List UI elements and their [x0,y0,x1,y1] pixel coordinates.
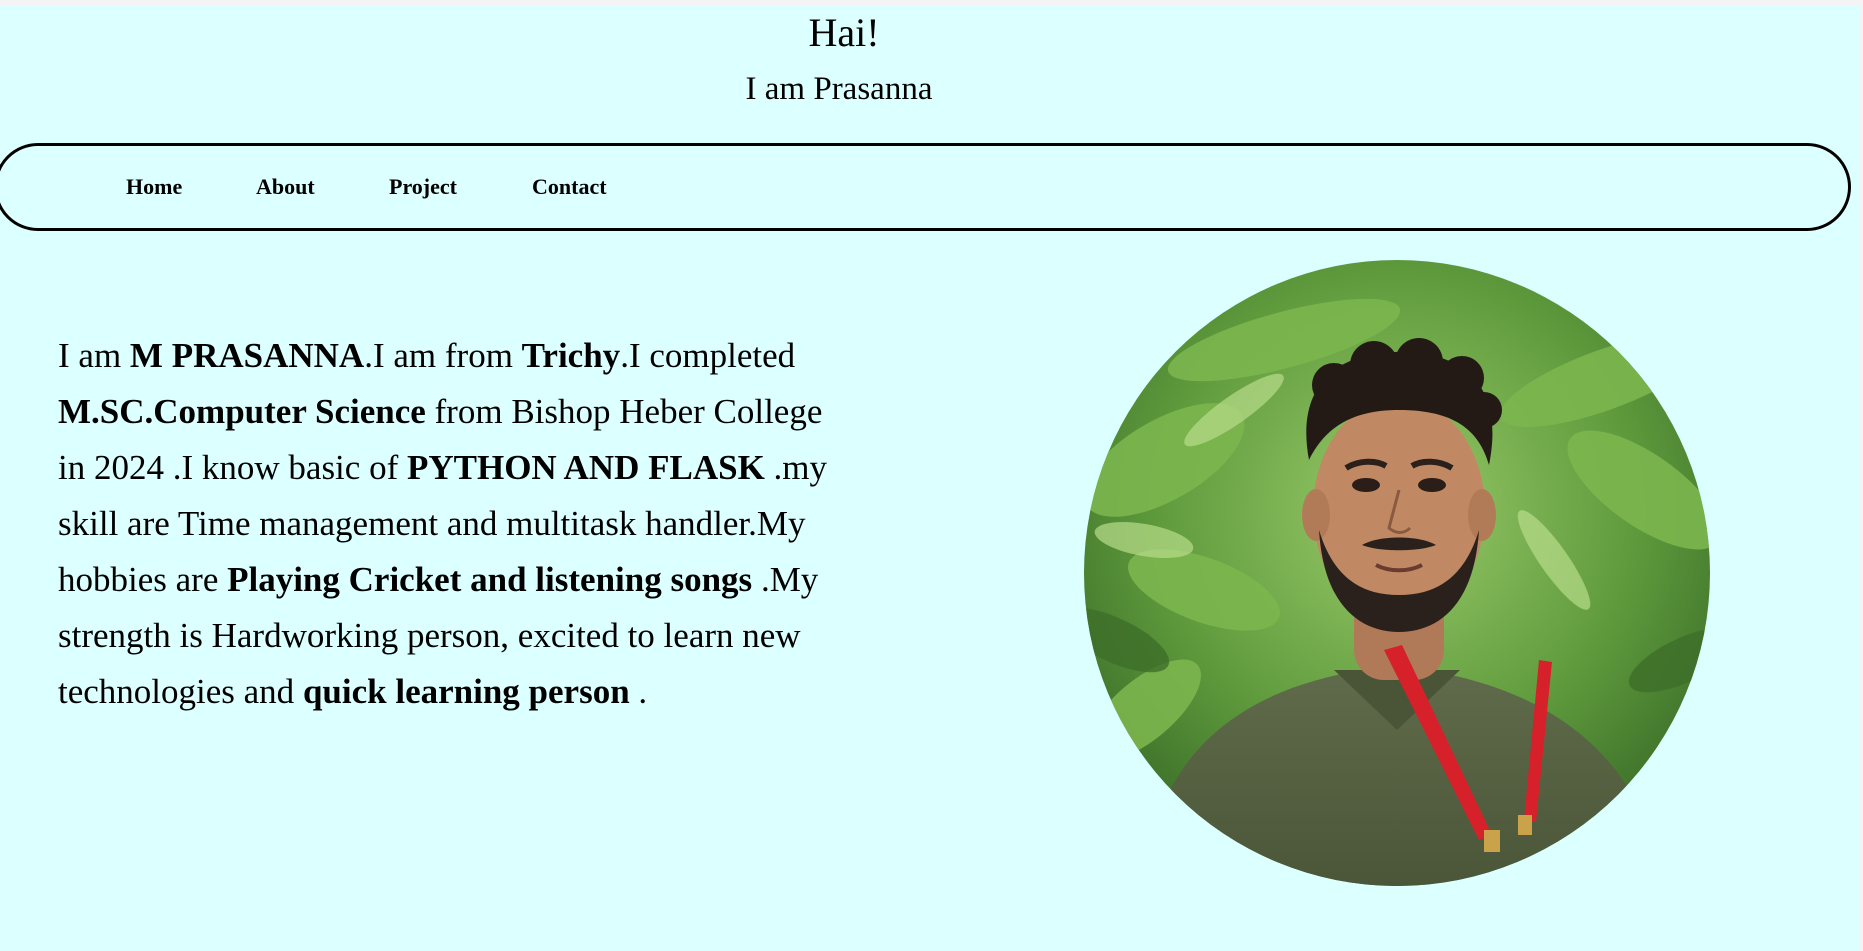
nav-project[interactable]: Project [389,172,457,202]
bio-city: Trichy [521,336,621,375]
nav-contact[interactable]: Contact [532,172,607,202]
nav-home[interactable]: Home [126,172,182,202]
main-nav: Home About Project Contact [0,143,1851,231]
bio-tech-skills: PYTHON AND FLASK [406,448,765,487]
bio-text: .I completed [620,336,796,375]
profile-photo [1084,260,1710,886]
profile-photo-image [1084,260,1710,886]
bio-text: . [629,672,648,711]
bio-name: M PRASANNA [129,336,365,375]
bio-text: I am [58,336,130,375]
bio-strength: quick learning person [302,672,630,711]
page: Hai! I am Prasanna Home About Project Co… [0,5,1860,951]
intro-subtitle: I am Prasanna [745,71,933,107]
greeting-heading: Hai! [808,10,880,55]
bio-paragraph: I am M PRASANNA.I am from Trichy.I compl… [58,328,858,720]
bio-degree: M.SC.Computer Science [58,392,426,431]
bio-hobbies: Playing Cricket and listening songs [227,560,753,599]
nav-about[interactable]: About [256,172,315,202]
bio-text: .I am from [364,336,522,375]
